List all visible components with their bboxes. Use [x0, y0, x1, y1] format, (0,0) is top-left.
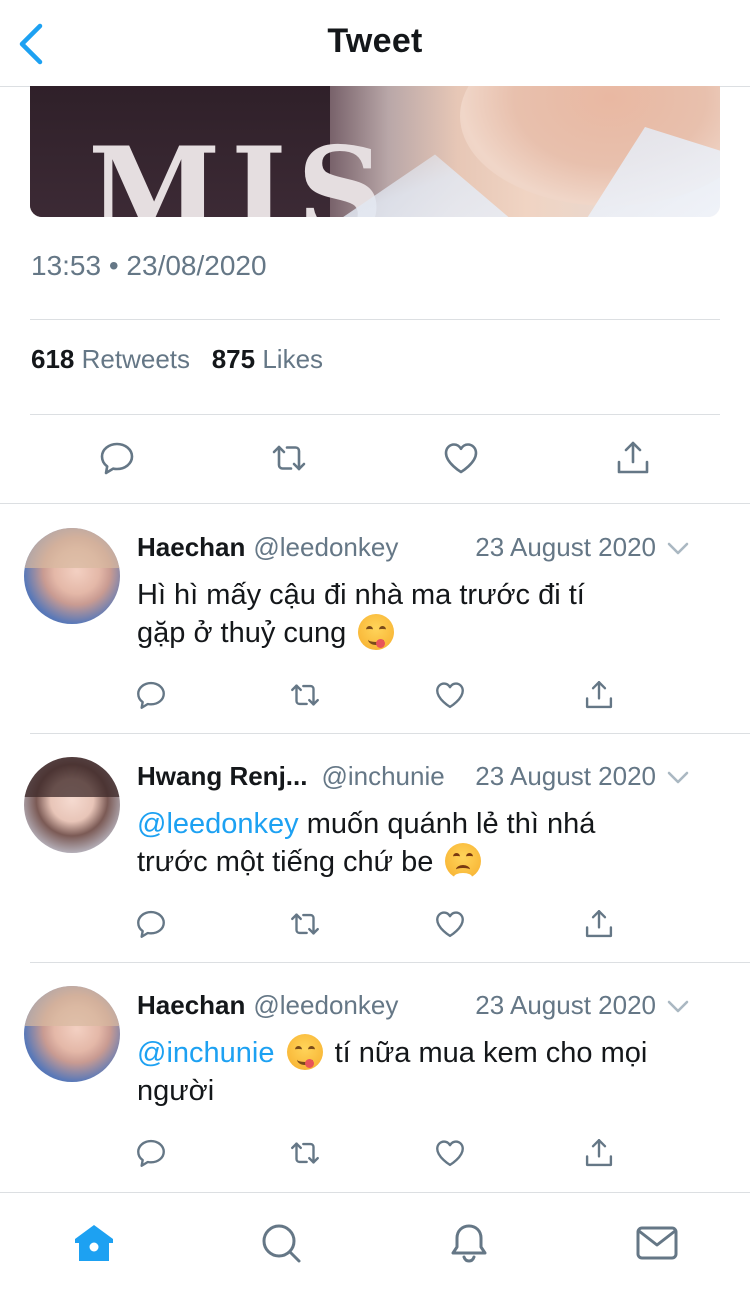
reply-action-bar: [0, 678, 750, 714]
reply-button[interactable]: [97, 438, 137, 478]
face-savoring-food-icon: [286, 1034, 323, 1070]
reply-date: 23 August 2020: [475, 990, 656, 1020]
reply-date: 23 August 2020: [475, 761, 656, 791]
reply-text-line: trước một tiếng chứ be: [137, 846, 434, 878]
face-with-steam-from-nose-icon: [445, 843, 482, 881]
tab-messages[interactable]: [635, 1221, 679, 1265]
share-button[interactable]: [613, 438, 653, 478]
tab-notifications[interactable]: [447, 1221, 491, 1265]
reply-author-handle: @leedonkey: [253, 990, 399, 1020]
reply-button[interactable]: [134, 1136, 168, 1170]
reply-text: @leedonkey muốn quánh lẻ thì nhá trước m…: [137, 805, 717, 881]
chevron-down-icon[interactable]: [664, 534, 692, 562]
tweet-media-image[interactable]: MIS: [30, 86, 720, 217]
share-icon: [585, 1139, 613, 1167]
avatar[interactable]: [24, 986, 120, 1082]
reply-action-bar: [0, 1136, 750, 1172]
chevron-down-icon[interactable]: [664, 992, 692, 1020]
like-button[interactable]: [433, 678, 467, 712]
divider: [30, 319, 720, 320]
avatar[interactable]: [24, 528, 120, 624]
tweet-action-bar: [0, 438, 750, 488]
page-title: Tweet: [327, 22, 423, 60]
share-button[interactable]: [582, 1136, 616, 1170]
reply-author-name[interactable]: Haechan: [137, 990, 245, 1020]
reply-icon: [100, 442, 134, 475]
heart-icon: [436, 682, 464, 709]
bell-icon: [451, 1224, 487, 1263]
heart-icon: [444, 443, 478, 474]
reply-icon: [137, 1139, 165, 1167]
reply-text: Hì hì mấy cậu đi nhà ma trước đi tí gặp …: [137, 576, 717, 652]
bottom-tab-bar: [0, 1192, 750, 1293]
media-shirt-text: MIS: [88, 121, 394, 218]
reply-icon: [137, 681, 165, 709]
retweets-stat[interactable]: 618 Retweets: [31, 344, 197, 374]
retweet-icon: [272, 445, 306, 471]
top-nav-bar: Tweet: [0, 0, 750, 87]
chevron-down-icon[interactable]: [664, 763, 692, 791]
reply-text-line: người: [137, 1075, 215, 1107]
share-button[interactable]: [582, 678, 616, 712]
heart-icon: [436, 911, 464, 938]
tab-home[interactable]: [72, 1221, 116, 1265]
retweet-button[interactable]: [269, 438, 309, 478]
share-button[interactable]: [582, 907, 616, 941]
divider: [0, 503, 750, 504]
divider: [30, 962, 750, 963]
reply-text-line: gặp ở thuỷ cung: [137, 617, 347, 649]
reply-header: Haechan @leedonkey 23 August 2020: [137, 990, 720, 1024]
tweet-timestamp: 13:53 • 23/08/2020: [31, 250, 267, 281]
reply-action-bar: [0, 907, 750, 943]
home-icon: [75, 1225, 113, 1261]
like-button[interactable]: [433, 1136, 467, 1170]
heart-icon: [436, 1140, 464, 1167]
like-button[interactable]: [441, 438, 481, 478]
face-savoring-food-icon: [358, 614, 395, 650]
reply-author-name[interactable]: Hwang Renj...: [137, 761, 307, 791]
reply-button[interactable]: [134, 907, 168, 941]
reply-text: @inchunie tí nữa mua kem cho mọi người: [137, 1034, 717, 1110]
retweet-icon: [291, 1142, 319, 1164]
divider: [30, 414, 720, 415]
reply-header: Haechan @leedonkey 23 August 2020: [137, 532, 720, 566]
share-icon: [585, 681, 613, 709]
search-icon: [262, 1224, 301, 1263]
retweet-button[interactable]: [288, 1136, 322, 1170]
reply-icon: [137, 910, 165, 938]
divider: [30, 733, 750, 734]
mention-link[interactable]: @leedonkey: [137, 808, 299, 840]
retweet-icon: [291, 913, 319, 935]
like-button[interactable]: [433, 907, 467, 941]
reply-header: Hwang Renj... @inchunie 23 August 2020: [137, 761, 720, 795]
reply-button[interactable]: [134, 678, 168, 712]
reply-text-line: tí nữa mua kem cho mọi: [326, 1037, 648, 1069]
tweet-stats: 618 Retweets 875 Likes: [31, 344, 323, 375]
reply-text-line: muốn quánh lẻ thì nhá: [298, 808, 596, 840]
retweet-button[interactable]: [288, 678, 322, 712]
likes-count: 875: [211, 344, 256, 374]
reply-date: 23 August 2020: [475, 532, 656, 562]
retweets-count: 618: [31, 344, 75, 374]
reply-author-handle: @leedonkey: [253, 532, 399, 562]
reply-text-line: Hì hì mấy cậu đi nhà ma trước đi tí: [137, 579, 585, 611]
likes-stat[interactable]: 875 Likes: [212, 344, 323, 374]
reply-author-handle: @inchunie: [321, 761, 445, 791]
mention-link[interactable]: @inchunie: [137, 1037, 274, 1069]
retweet-icon: [291, 684, 319, 706]
likes-label: Likes: [262, 344, 324, 374]
reply-author-name[interactable]: Haechan: [137, 532, 245, 562]
retweet-button[interactable]: [288, 907, 322, 941]
mail-icon: [636, 1226, 678, 1260]
avatar[interactable]: [24, 757, 120, 853]
tab-search[interactable]: [259, 1221, 303, 1265]
share-icon: [585, 910, 613, 938]
share-icon: [617, 441, 649, 474]
retweets-label: Retweets: [81, 344, 191, 374]
